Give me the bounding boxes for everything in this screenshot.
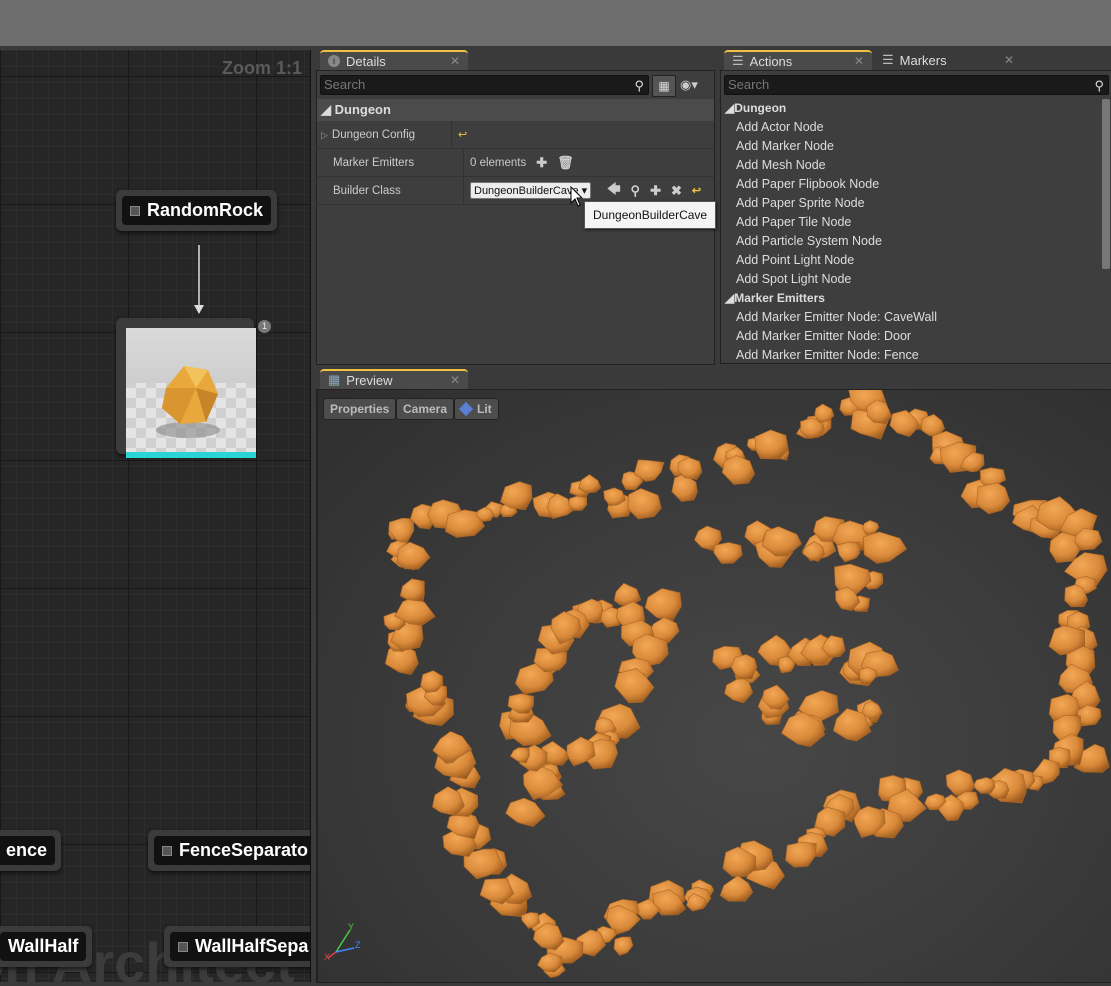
preview-viewport[interactable]: Properties Camera Lit Y X Z	[318, 390, 1111, 982]
close-icon[interactable]: ✕	[854, 54, 864, 68]
category-dungeon[interactable]: ◢ Dungeon	[317, 99, 714, 121]
tab-label: Preview	[346, 372, 393, 388]
clear-icon[interactable]: ✖	[671, 183, 682, 199]
camera-button[interactable]: Camera	[396, 398, 455, 420]
expand-icon[interactable]: ▷	[321, 130, 328, 140]
browse-icon[interactable]: ⚲	[631, 183, 641, 199]
actions-list: ◢Dungeon Add Actor Node Add Marker Node …	[721, 99, 1111, 363]
properties-button[interactable]: Properties	[323, 398, 397, 420]
node-mesh-random-rock[interactable]: 1	[116, 318, 271, 458]
connection-arrow	[194, 245, 204, 314]
category-dungeon[interactable]: ◢Dungeon	[721, 99, 1111, 118]
list-item[interactable]: Add Paper Sprite Node	[721, 194, 1111, 213]
row-dungeon-config[interactable]: ▷ Dungeon Config ↩	[317, 121, 714, 149]
search-icon: ⚲	[1094, 78, 1104, 93]
list-item[interactable]: Add Marker Emitter Node: CaveWall	[721, 308, 1111, 327]
mesh-thumbnail	[126, 328, 256, 458]
info-icon: i	[328, 55, 340, 67]
node-fence[interactable]: ence	[0, 830, 62, 871]
tab-label: Actions	[749, 53, 793, 69]
pin-icon[interactable]	[130, 205, 140, 216]
tab-preview[interactable]: ▦ Preview ✕	[320, 369, 468, 389]
graph-editor[interactable]: Zoom 1:1 RandomRock 1 ence FenceSeparato…	[0, 50, 311, 982]
tab-markers[interactable]: ☰ Markers ✕	[874, 50, 1022, 70]
tab-actions[interactable]: ☰ Actions ✕	[724, 50, 872, 70]
scrollbar[interactable]	[1102, 99, 1110, 269]
mouse-cursor-icon	[570, 186, 584, 207]
node-title: WallHalf	[8, 936, 79, 956]
list-item[interactable]: Add Spot Light Node	[721, 270, 1111, 289]
zoom-label: Zoom 1:1	[221, 58, 302, 78]
close-icon[interactable]: ✕	[450, 373, 460, 387]
details-search-input[interactable]: Search ⚲	[320, 75, 649, 95]
use-selected-icon[interactable]: 🡄	[607, 180, 620, 202]
tooltip: DungeonBuilderCave	[584, 201, 717, 229]
row-marker-emitters[interactable]: Marker Emitters 0 elements ✚ 🗑	[317, 149, 714, 177]
actions-search-input[interactable]: Search ⚲	[724, 75, 1109, 95]
list-item[interactable]: Add Paper Tile Node	[721, 213, 1111, 232]
list-icon: ☰	[882, 52, 894, 67]
list-item[interactable]: Add Paper Flipbook Node	[721, 175, 1111, 194]
eye-icon[interactable]: ◉▾	[680, 75, 698, 95]
cave-rocks-render	[383, 390, 1110, 979]
search-icon: ⚲	[634, 78, 644, 93]
add-icon[interactable]: ✚	[536, 155, 547, 171]
lit-button[interactable]: Lit	[454, 398, 499, 420]
cube-icon	[458, 401, 474, 417]
pin-icon[interactable]	[178, 941, 188, 952]
title-bar	[0, 0, 1111, 46]
pin-icon[interactable]	[162, 845, 172, 856]
tab-label: Markers	[899, 52, 947, 68]
list-icon: ☰	[732, 53, 744, 68]
list-item[interactable]: Add Marker Node	[721, 137, 1111, 156]
list-item[interactable]: Add Marker Emitter Node: Door	[721, 327, 1111, 346]
tab-details[interactable]: i Details ✕	[320, 50, 468, 70]
axis-gizmo-icon: Y X Z	[324, 922, 361, 960]
list-item[interactable]: Add Mesh Node	[721, 156, 1111, 175]
node-wall-half[interactable]: WallHalf	[0, 926, 93, 967]
close-icon[interactable]: ✕	[450, 54, 460, 68]
add-icon[interactable]: ✚	[650, 183, 661, 199]
list-item[interactable]: Add Particle System Node	[721, 232, 1111, 251]
node-title: ence	[6, 840, 48, 860]
node-fence-separator[interactable]: FenceSeparato	[148, 830, 310, 871]
node-wall-half-separator[interactable]: WallHalfSepa	[164, 926, 310, 967]
list-item[interactable]: Add Actor Node	[721, 118, 1111, 137]
category-marker-emitters[interactable]: ◢Marker Emitters	[721, 289, 1111, 308]
svg-text:Z: Z	[355, 940, 361, 950]
grid-view-icon[interactable]: ▦	[652, 75, 676, 97]
reset-icon[interactable]: ↩	[458, 128, 467, 141]
node-random-rock[interactable]: RandomRock	[116, 190, 278, 231]
reset-icon[interactable]: ↩	[692, 184, 701, 197]
svg-text:X: X	[324, 952, 330, 960]
svg-text:Y: Y	[348, 922, 354, 932]
list-item[interactable]: Add Marker Emitter Node: Fence	[721, 346, 1111, 363]
actions-panel: Search ⚲ ◢Dungeon Add Actor Node Add Mar…	[720, 70, 1111, 364]
viewport-icon: ▦	[328, 372, 341, 387]
close-icon[interactable]: ✕	[1004, 53, 1014, 67]
node-title: RandomRock	[147, 200, 264, 220]
tab-label: Details	[346, 53, 386, 69]
node-title: FenceSeparato	[179, 840, 309, 860]
list-item[interactable]: Add Point Light Node	[721, 251, 1111, 270]
node-title: WallHalfSepa	[195, 936, 309, 956]
mesh-badge: 1	[258, 320, 271, 333]
trash-icon[interactable]: 🗑	[557, 155, 574, 171]
